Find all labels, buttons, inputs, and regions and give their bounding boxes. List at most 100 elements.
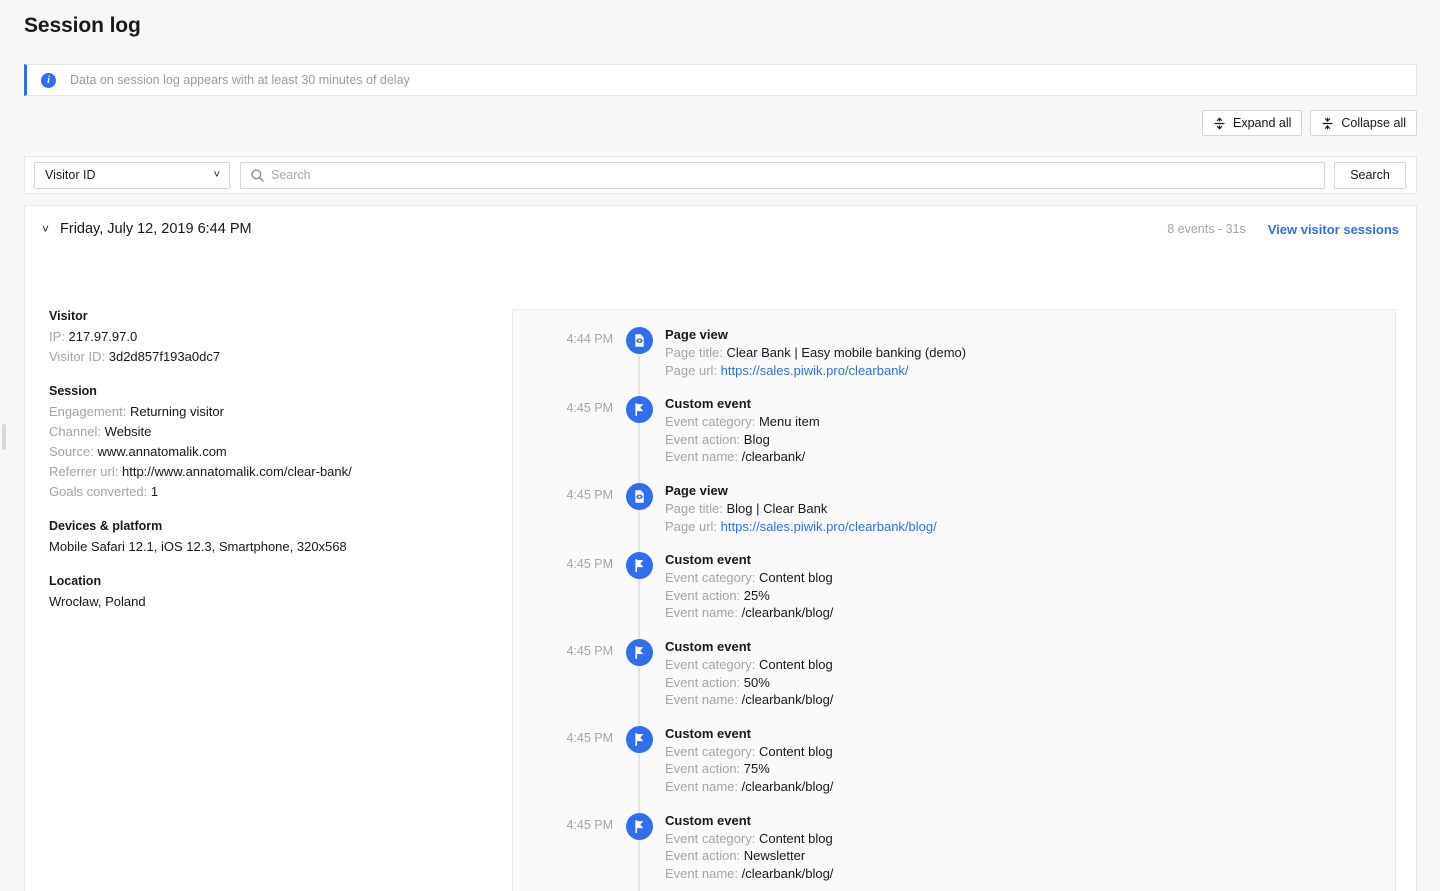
- event-detail-label: Page url:: [665, 518, 718, 534]
- visitor-info-value: Mobile Safari 12.1, iOS 12.3, Smartphone…: [49, 539, 347, 554]
- event-detail-row: Event name: /clearbank/blog/: [665, 865, 833, 883]
- event-detail-label: Event name:: [665, 449, 738, 465]
- search-input[interactable]: [241, 162, 1324, 188]
- event-detail-row: Event name: /clearbank/blog/: [665, 778, 833, 796]
- search-field-select[interactable]: Visitor ID ˅: [34, 161, 230, 189]
- expand-collapse-toolbar: Expand all Collapse all: [1202, 110, 1417, 136]
- info-notice: i Data on session log appears with at le…: [24, 64, 1417, 96]
- event-detail-row: Page url: https://sales.piwik.pro/clearb…: [665, 518, 937, 536]
- event-detail-row: Event action: Newsletter: [665, 847, 833, 865]
- event-detail-value: Clear Bank | Easy mobile banking (demo): [726, 345, 967, 360]
- timeline-event: 4:45 PM Custom event Event category: Conte…: [513, 809, 1395, 891]
- session-header-right: 8 events - 31s View visitor sessions: [1167, 206, 1399, 252]
- event-detail-row: Event name: /clearbank/blog/: [665, 691, 833, 709]
- info-circle-icon: i: [41, 72, 56, 88]
- event-detail-label: Event category:: [665, 830, 756, 846]
- event-detail-label: Event name:: [665, 865, 738, 881]
- event-detail-label: Page title:: [665, 345, 723, 360]
- event-detail-value: /clearbank/: [741, 449, 806, 465]
- chevron-down-icon[interactable]: ˅: [42, 223, 49, 235]
- visitor-info-heading: Location: [49, 574, 102, 588]
- timeline-event: 4:45 PM Custom event Event category: Conte…: [513, 549, 1395, 638]
- event-detail-row: Event action: 50%: [665, 674, 833, 692]
- visitor-info-group: Session Engagement: Returning visitor Chan…: [49, 381, 489, 502]
- event-detail-row: Event name: /clearbank/: [665, 448, 820, 466]
- event-time: 4:45 PM: [566, 557, 613, 572]
- event-body: Custom event Event category: Content blog…: [665, 549, 833, 636]
- visitor-info-value: www.annatomalik.com: [97, 444, 227, 459]
- visitor-info-value: Wrocław, Poland: [49, 594, 146, 609]
- event-icon-column: [613, 479, 665, 552]
- visitor-info-row: Goals converted: 1: [49, 482, 489, 502]
- event-icon-column: [613, 722, 665, 812]
- custom-event-icon: [625, 552, 653, 580]
- visitor-info-label: Channel:: [49, 424, 102, 439]
- event-type: Page view: [665, 482, 728, 498]
- collapse-all-button[interactable]: Collapse all: [1310, 110, 1417, 136]
- event-detail-row: Event action: Blog: [665, 431, 820, 449]
- event-time: 4:45 PM: [566, 643, 613, 658]
- event-detail-row: Event category: Content blog: [665, 569, 833, 587]
- event-type: Custom event: [665, 552, 751, 568]
- event-body: Page view Page title: Blog | Clear Bank Pa…: [665, 480, 937, 549]
- visitor-info-label: Referrer url:: [49, 464, 119, 479]
- timeline-event: 4:44 PM Page view Page title: Clear Bank |…: [513, 324, 1395, 396]
- search-button[interactable]: Search: [1334, 161, 1406, 189]
- visitor-info-value: 1: [150, 484, 159, 499]
- event-detail-label: Page url:: [665, 362, 718, 378]
- expand-all-button[interactable]: Expand all: [1202, 110, 1303, 136]
- left-edge-drag-handle[interactable]: [2, 424, 6, 450]
- visitor-info-panel: Visitor IP: 217.97.97.0 Visitor ID: 3d2d85…: [49, 306, 489, 612]
- event-detail-label: Event action:: [665, 848, 741, 864]
- event-detail-value: Menu item: [758, 414, 820, 430]
- event-detail-row: Event category: Content blog: [665, 656, 833, 674]
- event-detail-value: Content blog: [758, 656, 833, 672]
- event-body: Page view Page title: Clear Bank | Easy m…: [665, 324, 966, 393]
- event-detail-label: Page title:: [665, 500, 723, 516]
- event-detail-link[interactable]: https://sales.piwik.pro/clearbank/blog/: [721, 519, 937, 534]
- visitor-info-value: 3d2d857f193a0dc7: [108, 349, 221, 364]
- session-log-page: Session log i Data on session log appear…: [0, 0, 1440, 891]
- event-detail-value: Blog: [743, 431, 770, 447]
- event-detail-label: Event name:: [665, 605, 738, 621]
- visitor-info-value: Website: [104, 424, 152, 439]
- visitor-info-label: Engagement:: [49, 404, 127, 419]
- event-body: Custom event Event category: Content blog…: [665, 810, 833, 891]
- event-body: Custom event Event category: Content blog…: [665, 636, 833, 723]
- event-timeline-panel: 4:44 PM Page view Page title: Clear Bank |…: [512, 309, 1396, 891]
- event-detail-row: Page title: Clear Bank | Easy mobile ban…: [665, 344, 966, 362]
- view-visitor-sessions-link[interactable]: View visitor sessions: [1268, 222, 1399, 237]
- visitor-info-group: Location Wrocław, Poland: [49, 571, 489, 612]
- visitor-info-group: Devices & platform Mobile Safari 12.1, iO…: [49, 516, 489, 557]
- event-type: Custom event: [665, 812, 751, 828]
- visitor-info-label: Visitor ID:: [49, 349, 106, 364]
- search-input-wrapper[interactable]: [240, 161, 1325, 189]
- event-detail-label: Event action:: [665, 587, 741, 603]
- event-type: Custom event: [665, 638, 751, 654]
- event-detail-row: Event action: 75%: [665, 760, 833, 778]
- event-detail-value: Content blog: [758, 743, 833, 759]
- custom-event-icon: [625, 812, 653, 840]
- custom-event-icon: [625, 638, 653, 666]
- event-detail-label: Event category:: [665, 570, 756, 586]
- event-time: 4:45 PM: [566, 817, 613, 832]
- session-header: ˅ Friday, July 12, 2019 6:44 PM 8 events…: [25, 206, 1416, 252]
- event-body: Custom event Event category: Content blog…: [665, 723, 833, 810]
- event-detail-link[interactable]: https://sales.piwik.pro/clearbank/: [721, 363, 909, 378]
- visitor-info-row: Wrocław, Poland: [49, 592, 489, 612]
- visitor-info-heading: Devices & platform: [49, 519, 163, 533]
- event-type: Page view: [665, 327, 728, 342]
- event-detail-row: Event category: Menu item: [665, 413, 820, 431]
- event-detail-value: Content blog: [758, 830, 833, 846]
- visitor-info-row: Visitor ID: 3d2d857f193a0dc7: [49, 347, 489, 367]
- visitor-info-label: Goals converted:: [49, 484, 148, 499]
- timeline-event: 4:45 PM Custom event Event category: Conte…: [513, 635, 1395, 725]
- event-time: 4:45 PM: [566, 401, 613, 416]
- custom-event-icon: [625, 725, 653, 753]
- timeline-event: 4:45 PM Custom event Event category: Conte…: [513, 722, 1395, 812]
- event-type: Custom event: [665, 396, 751, 412]
- visitor-info-row: IP: 217.97.97.0: [49, 327, 489, 347]
- event-detail-value: 50%: [743, 674, 770, 690]
- event-detail-value: Blog | Clear Bank: [726, 500, 828, 516]
- event-list: 4:44 PM Page view Page title: Clear Bank |…: [513, 310, 1395, 891]
